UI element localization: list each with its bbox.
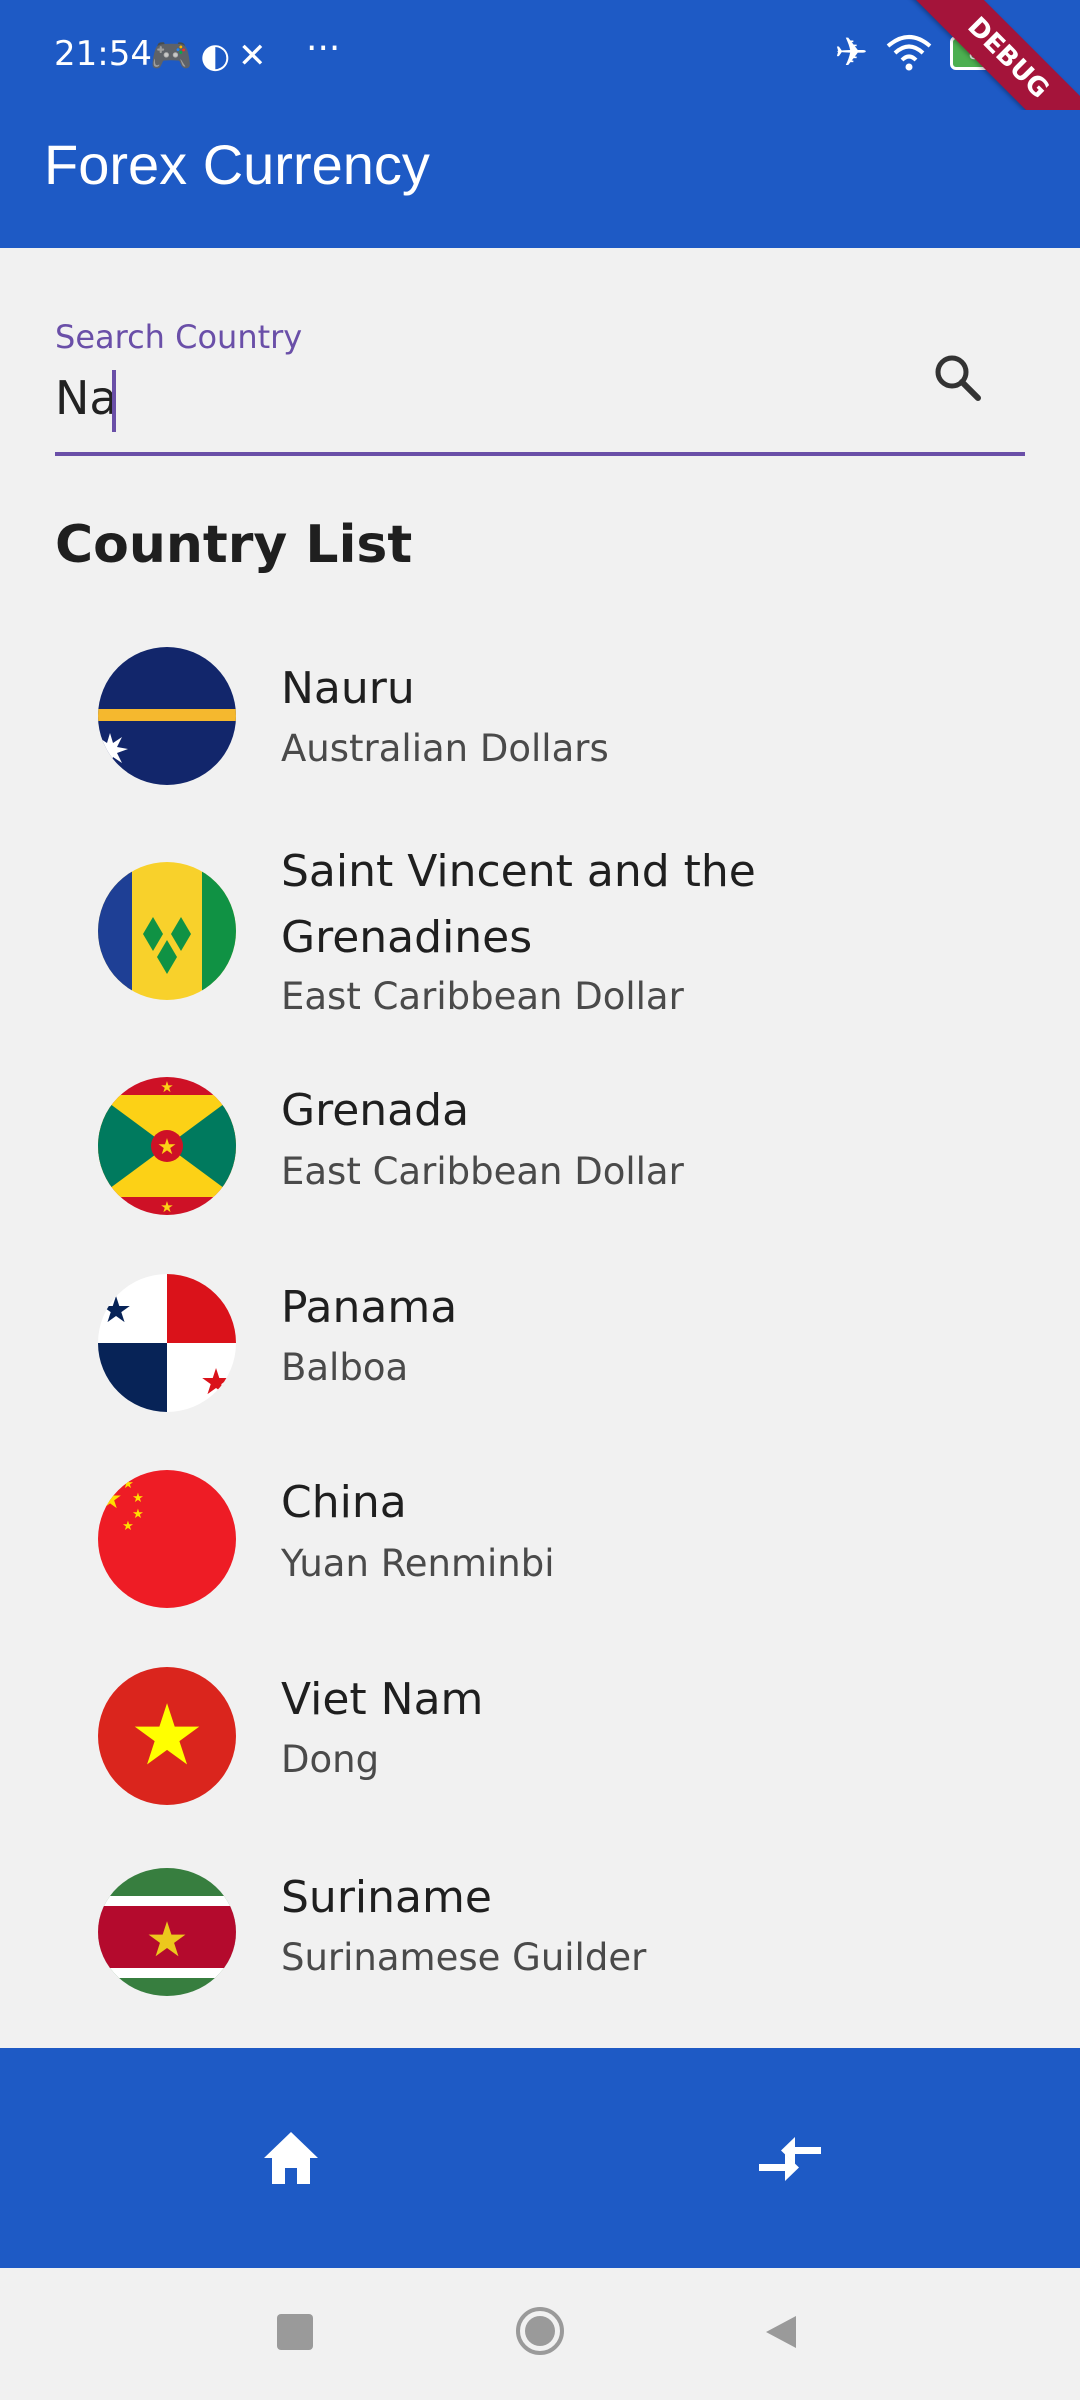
svg-text:★: ★ [200,1362,232,1403]
suriname-flag-icon: ★ [98,1868,236,1996]
country-name: Grenada [281,1085,470,1136]
grenada-flag-icon: ★ ★ ★ [98,1077,236,1215]
svg-text:★: ★ [145,1912,188,1968]
status-bar: 21:54 🎮◐✕ ··· ✈ 80 DEBUG [0,0,1080,167]
saint-vincent-flag-icon [98,862,236,1000]
wifi-icon [886,35,932,71]
china-flag-icon: ★ ★ ★ ★ ★ [98,1470,236,1608]
svg-text:★: ★ [98,1482,123,1515]
country-name: Nauru [281,663,415,714]
recent-apps-icon[interactable] [277,2314,313,2350]
app-notification-icon: ◐ [200,36,239,76]
svg-text:★: ★ [132,1491,144,1506]
svg-text:★: ★ [157,1135,177,1160]
svg-text:★: ★ [160,1078,173,1096]
search-icon[interactable] [930,350,986,406]
country-name: Viet Nam [281,1674,484,1725]
app-title: Forex Currency [44,133,430,196]
text-cursor [112,370,116,432]
svg-text:★: ★ [129,1686,204,1784]
app-bar: Forex Currency [0,110,1080,248]
panama-flag-icon: ★ ★ [98,1274,236,1412]
vietnam-flag-icon: ★ [98,1667,236,1805]
bottom-navigation [0,2048,1080,2268]
svg-text:★: ★ [122,1477,134,1492]
compare-arrows-icon[interactable] [755,2124,825,2194]
system-navigation-bar [0,2268,1080,2400]
capcut-icon: ✕ [238,36,275,76]
svg-text:★: ★ [160,1198,173,1215]
currency-name: East Caribbean Dollar [281,975,684,1018]
country-name: China [281,1477,407,1528]
search-label: Search Country [55,318,303,356]
home-icon[interactable] [258,2126,324,2192]
currency-name: Yuan Renminbi [281,1542,555,1585]
currency-name: Australian Dollars [281,727,609,770]
country-name: Suriname [281,1872,492,1923]
status-time: 21:54 [54,34,152,74]
airplane-mode-icon: ✈ [834,30,868,76]
search-input[interactable] [55,366,905,430]
country-list-title: Country List [55,515,413,575]
search-underline [55,452,1025,456]
svg-text:★: ★ [100,1290,132,1331]
svg-text:★: ★ [132,1507,144,1522]
currency-name: East Caribbean Dollar [281,1150,684,1193]
currency-name: Dong [281,1738,380,1781]
currency-name: Surinamese Guilder [281,1936,647,1979]
country-name: Saint Vincent and the Grenadines [281,846,756,963]
country-name: Panama [281,1282,458,1333]
system-home-icon[interactable] [515,2306,565,2356]
currency-name: Balboa [281,1346,409,1389]
system-back-icon[interactable] [760,2312,800,2352]
nauru-flag-icon [98,647,236,785]
svg-text:★: ★ [122,1519,134,1534]
more-notifications-icon: ··· [306,28,341,69]
game-controller-icon: 🎮 [150,36,201,76]
notification-icons: 🎮◐✕ [150,36,275,76]
